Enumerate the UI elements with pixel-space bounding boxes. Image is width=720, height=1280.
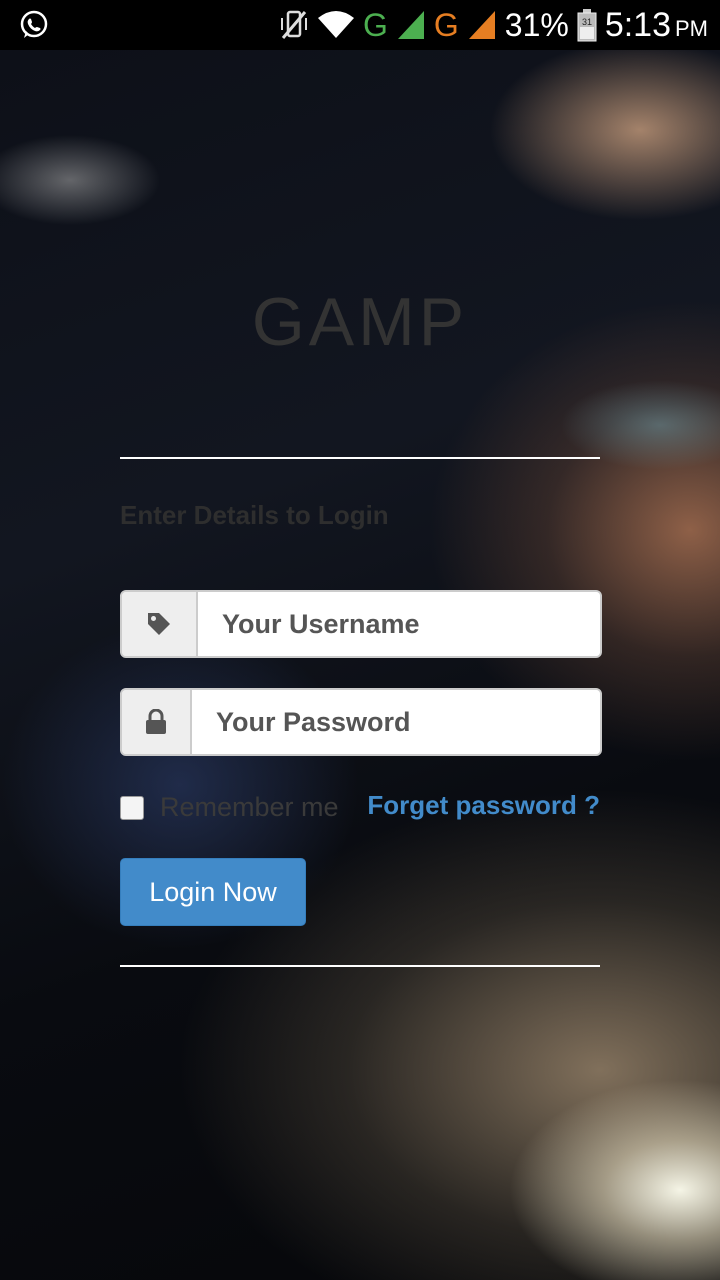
username-input[interactable]	[198, 592, 600, 656]
username-input-group	[120, 590, 602, 658]
clock-suffix: PM	[675, 16, 708, 41]
login-screen: G G 31% 31 5:13 PM GAMP Enter Details to …	[0, 0, 720, 1280]
login-subtitle: Enter Details to Login	[120, 500, 389, 530]
username-addon	[122, 592, 198, 656]
remember-checkbox[interactable]	[120, 796, 144, 820]
tag-icon	[148, 613, 170, 635]
network-type-2: G	[433, 7, 459, 43]
status-icons: G G 31% 31 5:13 PM	[279, 0, 708, 50]
battery-percent: 31%	[504, 7, 569, 43]
battery-level-label: 31	[582, 17, 592, 27]
divider	[120, 965, 600, 967]
login-button[interactable]: Login Now	[120, 858, 306, 926]
clock: 5:13 PM	[605, 8, 708, 42]
forgot-password-link[interactable]: Forget password ?	[367, 790, 600, 821]
password-input-group	[120, 688, 602, 756]
signal-icon	[468, 11, 495, 39]
status-bar: G G 31% 31 5:13 PM	[0, 0, 720, 50]
network-type-1: G	[362, 7, 388, 43]
password-addon	[122, 690, 192, 754]
app-title: GAMP	[251, 284, 469, 360]
remember-row: Remember me Forget password ?	[120, 788, 600, 828]
battery-icon: 31	[577, 9, 597, 42]
wifi-icon	[317, 11, 354, 38]
whatsapp-icon	[20, 10, 48, 38]
remember-label[interactable]: Remember me	[160, 792, 339, 823]
lock-icon	[146, 709, 166, 734]
clock-time: 5:13	[604, 6, 671, 44]
divider	[120, 457, 600, 459]
signal-icon	[397, 11, 424, 39]
vibrate-mute-icon	[280, 10, 307, 39]
password-input[interactable]	[192, 690, 600, 754]
